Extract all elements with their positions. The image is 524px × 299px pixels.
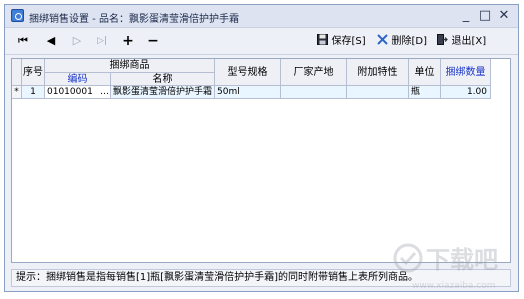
cell-unit: 瓶	[409, 86, 441, 99]
cell-spec: 50ml	[215, 86, 281, 99]
exit-button[interactable]: 退出[X]	[437, 33, 495, 49]
exit-label: 退出[X]	[451, 36, 487, 47]
minus-icon: −	[147, 33, 159, 49]
cell-origin	[281, 86, 347, 99]
site-watermark: 下载吧 www.xiazaiba.com	[393, 243, 498, 291]
cell-qty[interactable]: 1.00	[441, 86, 491, 99]
bundle-items-grid[interactable]: 序号 捆绑商品 编码 名称 型号规格 厂家产地 附加特性 单位 捆绑数量 * 1…	[11, 58, 511, 263]
delete-label: 删除[D]	[391, 36, 428, 47]
column-header-attr[interactable]: 附加特性	[347, 59, 409, 86]
first-record-button[interactable]: ⏮	[15, 33, 31, 49]
cell-seq: 1	[22, 86, 45, 99]
delete-icon	[377, 34, 388, 45]
column-header-name[interactable]: 名称	[111, 73, 215, 86]
exit-icon	[437, 34, 448, 45]
title-bar[interactable]: 捆绑销售设置 - 品名：飘影蛋清莹滑倍护护手霜 _ □ ✕	[5, 5, 518, 28]
add-row-button[interactable]: +	[120, 33, 136, 49]
minimize-button[interactable]: _	[458, 9, 474, 23]
cell-name: 飘影蛋清莹滑倍护护手霜	[111, 86, 215, 99]
first-record-icon: ⏮	[18, 34, 28, 47]
prev-record-icon: ◀	[46, 34, 56, 47]
add-icon: +	[122, 33, 134, 49]
cell-attr	[347, 86, 409, 99]
next-record-icon: ▷	[72, 34, 82, 47]
app-icon	[11, 9, 24, 22]
column-header-seq[interactable]: 序号	[22, 59, 45, 86]
prev-record-button[interactable]: ◀	[43, 33, 59, 49]
column-header-qty[interactable]: 捆绑数量	[441, 59, 491, 86]
row-indicator-header	[12, 59, 22, 86]
last-record-button[interactable]: ▷|	[93, 33, 111, 49]
code-lookup-button[interactable]: …	[99, 86, 111, 99]
watermark-url: www.xiazaiba.com	[412, 281, 496, 291]
hint-text: 提示：捆绑销售是指每销售[1]瓶[飘影蛋清莹滑倍护护手霜]的同时附带销售上表所列…	[16, 272, 418, 283]
column-header-unit[interactable]: 单位	[409, 59, 441, 86]
column-header-code[interactable]: 编码	[45, 73, 111, 86]
window-title: 捆绑销售设置 - 品名：飘影蛋清莹滑倍护护手霜	[29, 14, 239, 25]
maximize-button[interactable]: □	[477, 9, 493, 23]
delete-button[interactable]: 删除[D]	[377, 33, 429, 49]
column-group-bundle-goods: 捆绑商品	[45, 59, 215, 73]
save-button[interactable]: 保存[S]	[317, 33, 371, 49]
column-header-origin[interactable]: 厂家产地	[281, 59, 347, 86]
close-button[interactable]: ✕	[496, 9, 512, 23]
row-marker: *	[12, 86, 22, 99]
remove-row-button[interactable]: −	[145, 33, 161, 49]
next-record-button[interactable]: ▷	[69, 33, 85, 49]
watermark-brand: 下载吧	[426, 246, 498, 274]
cell-code-input[interactable]: 01010001	[45, 86, 99, 99]
save-icon	[317, 34, 328, 45]
save-label: 保存[S]	[331, 36, 366, 47]
toolbar: ⏮ ◀ ▷ ▷| + − 保存[S] 删除[D] 退出[X]	[5, 28, 518, 55]
column-header-spec[interactable]: 型号规格	[215, 59, 281, 86]
last-record-icon: ▷|	[97, 36, 107, 46]
